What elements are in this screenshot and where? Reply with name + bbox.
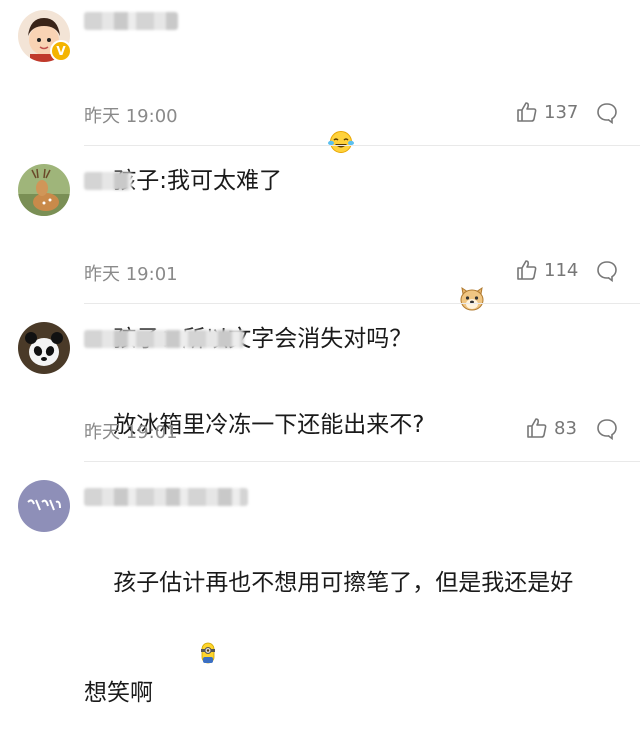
minion-emoji-icon	[155, 602, 217, 716]
thumbs-up-icon	[527, 418, 547, 438]
verified-badge-icon: V	[50, 40, 72, 62]
comment-item: V 孩子:我可太难了 昨天 19:00 137	[0, 0, 640, 194]
like-button[interactable]: 114	[516, 259, 578, 281]
like-button[interactable]: 83	[526, 417, 577, 439]
comment-timestamp: 昨天 19:00	[84, 106, 178, 127]
avatar[interactable]	[18, 164, 70, 216]
avatar[interactable]	[18, 480, 70, 532]
like-button[interactable]: 137	[516, 101, 578, 123]
thumbs-up-icon	[517, 260, 537, 280]
username-blurred[interactable]	[84, 12, 178, 30]
like-count: 137	[544, 101, 579, 123]
reply-bubble-icon[interactable]	[596, 418, 618, 441]
comment-timestamp: 昨天 19:01	[84, 264, 178, 285]
comment-timestamp: 昨天 19:01	[84, 422, 178, 443]
reply-bubble-icon[interactable]	[596, 102, 618, 125]
comment-item: 孩子：所以文字会消失对吗？ 昨天 19:01 114	[0, 146, 640, 352]
comment-item: 放冰箱里冷冻一下还能出来不? 昨天 19:01 83	[0, 304, 640, 462]
username-blurred[interactable]	[84, 172, 132, 190]
username-blurred[interactable]	[84, 330, 244, 348]
reply-bubble-icon[interactable]	[596, 260, 618, 283]
thumbs-up-icon	[517, 102, 537, 122]
like-count: 83	[554, 417, 577, 439]
avatar[interactable]	[18, 322, 70, 374]
comment-text: 孩子估计再也不想用可擦笔了，但是我还是好 想笑啊	[84, 526, 620, 754]
comment-item: 孩子估计再也不想用可擦笔了，但是我还是好 想笑啊	[0, 462, 640, 706]
username-blurred[interactable]	[84, 488, 248, 506]
like-count: 114	[544, 259, 579, 281]
